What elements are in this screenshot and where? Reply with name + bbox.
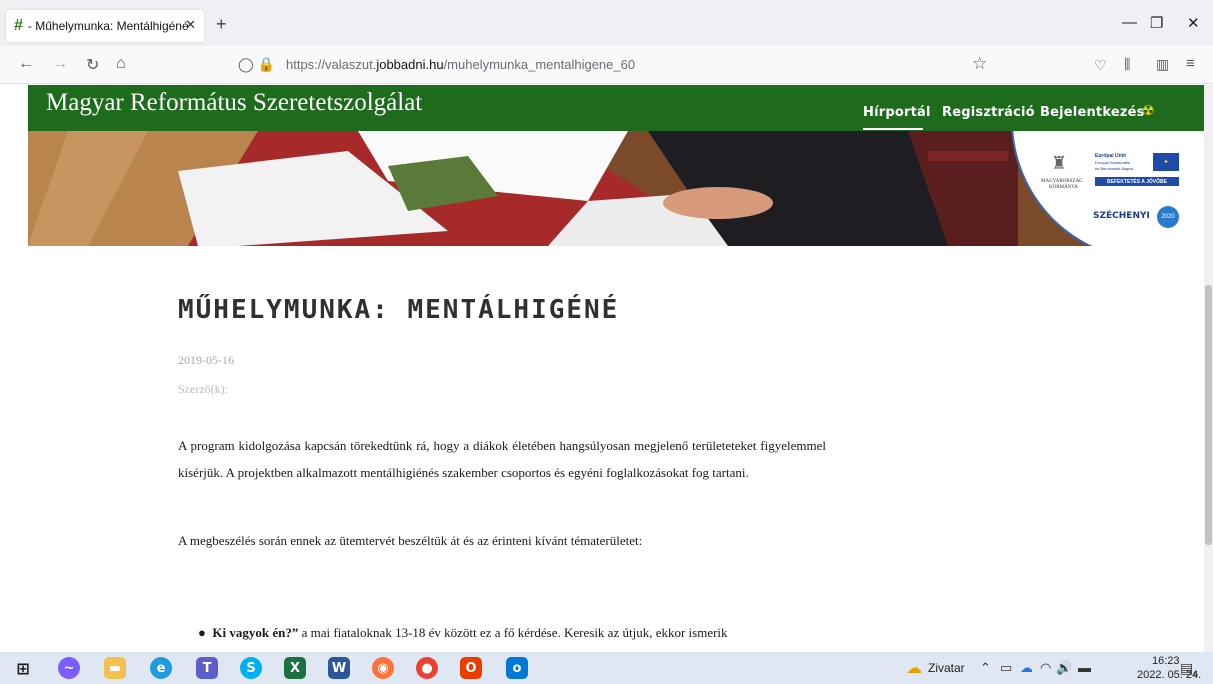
- taskbar: ⊞ ~ ▬ e T S X W ◉ ● O o ☁ Zivatar ⌃ ▭ ☁ …: [0, 652, 1213, 684]
- new-tab-icon[interactable]: +: [216, 14, 227, 35]
- keyboard-icon[interactable]: ▬: [1078, 660, 1091, 675]
- pocket-icon[interactable]: ♡: [1094, 57, 1107, 74]
- article-date: 2019-05-16: [178, 353, 234, 367]
- site-header: Magyar Református Szeretetszolgálat Hírp…: [28, 85, 1204, 131]
- teams-icon[interactable]: T: [196, 657, 218, 679]
- minimize-icon[interactable]: —: [1122, 14, 1137, 31]
- messenger-icon[interactable]: ~: [58, 657, 80, 679]
- address-bar[interactable]: https://valaszut.jobbadni.hu/muhelymunka…: [286, 57, 635, 72]
- list-item-text: a mai fiataloknak 13-18 év között ez a f…: [298, 625, 728, 640]
- close-tab-icon[interactable]: ✕: [185, 17, 196, 33]
- article-author: Szerző(k):: [178, 382, 228, 396]
- file-explorer-icon[interactable]: ▬: [104, 657, 126, 679]
- excel-icon[interactable]: X: [284, 657, 306, 679]
- radiation-icon[interactable]: ☢: [1142, 103, 1155, 119]
- eu-line1: Európai Unió: [1095, 153, 1127, 159]
- nav-toolbar: ← → ↻ ⌂ ◯ 🔒 https://valaszut.jobbadni.hu…: [0, 46, 1213, 84]
- tab-active[interactable]: # - Műhelymunka: Mentálhigéné ✕: [6, 10, 204, 42]
- skype-icon[interactable]: S: [240, 657, 262, 679]
- sidebar-icon[interactable]: ▥: [1156, 56, 1169, 73]
- invest-banner: BEFEKTETÉS A JÖVŐBE: [1095, 177, 1179, 186]
- nav-regisztracio[interactable]: Regisztráció: [942, 105, 1035, 120]
- windows-start-icon[interactable]: ⊞: [12, 657, 34, 679]
- bullet-icon: ●: [198, 625, 213, 640]
- szechenyi-label: SZÉCHENYI: [1093, 211, 1150, 221]
- volume-icon[interactable]: 🔊: [1056, 660, 1072, 676]
- window-close-icon[interactable]: ✕: [1187, 14, 1200, 32]
- article-title: MŰHELYMUNKA: MENTÁLHIGÉNÉ: [178, 295, 620, 325]
- word-icon[interactable]: W: [328, 657, 350, 679]
- page-content: Magyar Református Szeretetszolgálat Hírp…: [0, 85, 1204, 652]
- restore-icon[interactable]: ❐: [1150, 14, 1163, 32]
- eu-line3: és Beruházási Alapok: [1095, 166, 1134, 171]
- list-item-bold: Ki vagyok én?”: [212, 625, 299, 640]
- office-icon[interactable]: O: [460, 657, 482, 679]
- menu-icon[interactable]: ≡: [1186, 55, 1195, 72]
- notification-count: 6: [1193, 669, 1198, 679]
- tab-strip: # - Műhelymunka: Mentálhigéné ✕ + — ❐ ✕: [0, 0, 1213, 46]
- outlook-icon[interactable]: o: [506, 657, 528, 679]
- forward-icon[interactable]: →: [52, 55, 68, 73]
- clock-time[interactable]: 16:23: [1152, 655, 1180, 667]
- edge-icon[interactable]: e: [150, 657, 172, 679]
- coat-of-arms-icon: ♜: [1051, 153, 1068, 173]
- bookmark-star-icon[interactable]: ☆: [972, 54, 987, 74]
- nav-bejelentkezes[interactable]: Bejelentkezés: [1040, 105, 1145, 120]
- list-item: ● Ki vagyok én?” a mai fiataloknak 13-18…: [198, 625, 728, 641]
- firefox-icon[interactable]: ◉: [372, 657, 394, 679]
- article-paragraph-1: A program kidolgozása kapcsán törekedtün…: [178, 438, 826, 480]
- gov-line2: KORMÁNYA: [1049, 185, 1078, 190]
- eu-flag-icon: ✦: [1153, 153, 1179, 171]
- reload-icon[interactable]: ↻: [86, 55, 99, 75]
- article-paragraph-2: A megbeszélés során ennek az ütemtervét …: [178, 533, 643, 548]
- library-icon[interactable]: ⫼: [1124, 56, 1130, 73]
- network-icon[interactable]: ◠: [1040, 660, 1051, 676]
- meet-now-icon[interactable]: ▭: [1000, 660, 1012, 676]
- tab-title: - Műhelymunka: Mentálhigéné: [27, 19, 189, 33]
- nav-active-indicator: [863, 128, 923, 130]
- chevron-up-icon[interactable]: ⌃: [980, 660, 991, 676]
- eu-line2: Európai Strukturális: [1095, 160, 1130, 165]
- gov-line1: MAGYARORSZÁG: [1041, 179, 1083, 184]
- site-title[interactable]: Magyar Református Szeretetszolgálat: [46, 89, 422, 117]
- nav-hirportal[interactable]: Hírportál: [863, 105, 931, 120]
- scrollbar-thumb[interactable]: [1205, 285, 1212, 545]
- szechenyi-2020-icon: 2020: [1157, 206, 1179, 228]
- chrome-icon[interactable]: ●: [416, 657, 438, 679]
- weather-icon[interactable]: ☁: [906, 658, 922, 678]
- notification-icon[interactable]: ▤6: [1180, 660, 1198, 679]
- home-icon[interactable]: ⌂: [116, 55, 126, 73]
- banner-image: ♜ MAGYARORSZÁG KORMÁNYA Európai Unió Eur…: [28, 131, 1204, 246]
- weather-label[interactable]: Zivatar: [928, 661, 965, 675]
- back-icon[interactable]: ←: [18, 55, 34, 73]
- onedrive-icon[interactable]: ☁: [1020, 660, 1033, 676]
- page-scrollbar[interactable]: [1204, 85, 1213, 652]
- site-favicon-icon: #: [14, 17, 23, 34]
- shield-lock-icon[interactable]: ◯ 🔒: [238, 56, 275, 73]
